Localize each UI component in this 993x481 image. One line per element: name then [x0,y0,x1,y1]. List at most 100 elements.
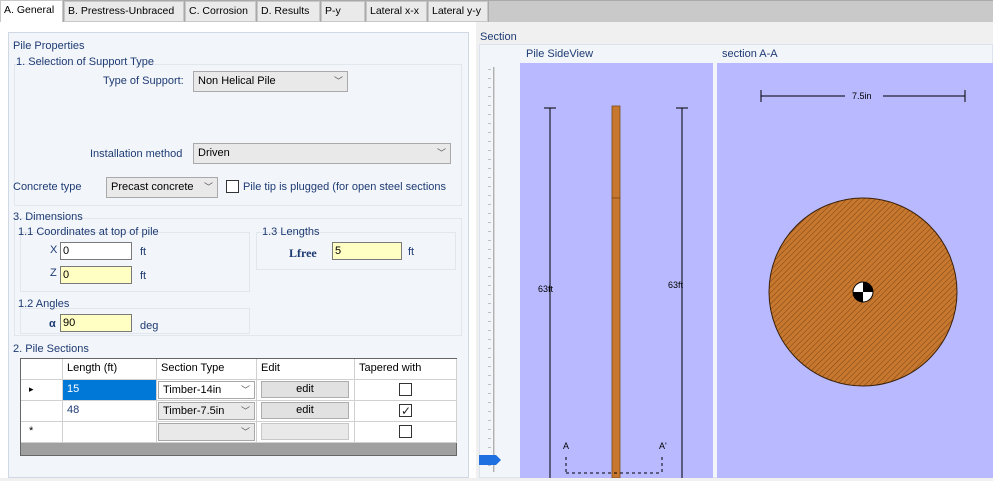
type-of-support-select[interactable]: Non Helical Pile ﹀ [193,71,348,92]
row-selector[interactable]: * [21,422,63,443]
tab-prestress-unbraced[interactable]: B. Prestress-Unbraced [64,1,184,22]
dim-left-label: 63ft [538,284,554,294]
dim-right-label: 63ft [668,280,684,290]
tapered-cell [355,380,457,401]
side-view-drawing [544,105,688,479]
type-of-support-value: Non Helical Pile [198,75,276,87]
lfree-unit: ft [408,246,415,258]
row-selector[interactable] [21,401,63,422]
section-type-select[interactable]: Timber-14in ﹀ [158,381,255,399]
length-cell[interactable] [63,422,157,443]
pile-sections-table: Length (ft) Section Type Edit Tapered wi… [20,358,457,456]
length-cell[interactable]: 15 [63,380,157,401]
alpha-label: α [49,318,56,330]
tab-strip: A. General B. Prestress-Unbraced C. Corr… [0,0,993,22]
edit-button[interactable]: edit [261,402,349,419]
slider-ticks [488,69,500,469]
slider-thumb-icon[interactable] [479,455,501,465]
table-header-row: Length (ft) Section Type Edit Tapered wi… [21,359,457,380]
section-type-select[interactable]: ﹀ [158,423,255,441]
lfree-input[interactable]: 5 [332,242,402,260]
concrete-type-select[interactable]: Precast concrete ﹀ [106,177,218,198]
z-label: Z [50,267,57,279]
lfree-label: Lfree [289,246,317,260]
tab-p-y[interactable]: P-y [321,1,365,22]
section-type-cell[interactable]: Timber-7.5in ﹀ [157,401,257,422]
pile-tip-plugged-label: Pile tip is plugged (for open steel sect… [243,181,447,193]
x-unit: ft [140,246,147,258]
support-type-group-title: 1. Selection of Support Type [16,56,154,68]
column-header-edit[interactable]: Edit [257,359,355,380]
chevron-down-icon: ﹀ [240,406,250,416]
cut-marker-a: A [563,441,570,451]
concrete-type-value: Precast concrete [111,181,194,193]
chevron-down-icon: ﹀ [203,182,213,192]
edit-cell [257,422,355,443]
tab-results[interactable]: D. Results [257,1,320,22]
z-coordinate-input[interactable]: 0 [60,266,132,284]
tab-lateral-x-x[interactable]: Lateral x-x [366,1,427,22]
row-selector[interactable]: ▸ [21,380,63,401]
pile-tip-plugged-checkbox[interactable] [226,180,239,193]
installation-method-select[interactable]: Driven ﹀ [193,143,451,164]
coordinates-title: 1.1 Coordinates at top of pile [18,226,159,238]
pile-upper-section [611,105,621,199]
length-cell[interactable]: 48 [63,401,157,422]
side-view-canvas: 63ft 63ft A A' [520,63,713,479]
x-label: X [50,244,58,256]
edit-cell: edit [257,401,355,422]
pile-sections-title: 2. Pile Sections [13,343,89,355]
diameter-label: 7.5in [852,91,872,101]
pile-lower-section [611,197,621,479]
tapered-checkbox[interactable] [399,425,412,438]
tapered-cell [355,422,457,443]
table-row: ▸ 15 Timber-14in ﹀ edit [21,380,457,401]
column-header-tapered[interactable]: Tapered with [355,359,457,380]
section-aa-canvas: 7.5in [717,63,993,478]
dimensions-title: 3. Dimensions [13,211,83,223]
chevron-down-icon: ﹀ [333,76,343,86]
edit-button[interactable] [261,423,349,440]
chevron-down-icon: ﹀ [240,385,250,395]
tapered-cell [355,401,457,422]
row-header-corner [21,359,63,380]
section-type-value: Timber-14in [163,384,222,396]
coordinates-group [20,232,250,292]
chevron-down-icon: ﹀ [436,148,446,158]
section-aa-drawing [760,90,966,387]
x-coordinate-input[interactable]: 0 [60,242,132,260]
section-aa-title: section A-A [722,48,778,60]
section-type-cell[interactable]: Timber-14in ﹀ [157,380,257,401]
tab-general[interactable]: A. General [0,0,63,22]
section-panel: Section Pile SideView 63ft 63ft A A' sec… [476,22,993,479]
general-panel: Pile Properties 1. Selection of Support … [0,22,476,478]
section-type-cell[interactable]: ﹀ [157,422,257,443]
chevron-down-icon: ﹀ [240,427,250,437]
alpha-input[interactable]: 90 [60,314,132,332]
tapered-checkbox[interactable] [399,402,412,421]
side-view-title: Pile SideView [526,48,594,60]
edit-button[interactable]: edit [261,381,349,398]
installation-method-value: Driven [198,147,230,159]
table-row: * ﹀ [21,422,457,443]
tab-corrosion[interactable]: C. Corrosion [185,1,256,22]
concrete-type-label: Concrete type [13,181,82,193]
lengths-title: 1.3 Lengths [262,226,320,238]
column-header-length[interactable]: Length (ft) [63,359,157,380]
type-of-support-label: Type of Support: [103,75,184,87]
column-header-section-type[interactable]: Section Type [157,359,257,380]
installation-method-label: Installation method [90,148,183,160]
edit-cell: edit [257,380,355,401]
angles-title: 1.2 Angles [18,298,70,310]
section-type-value: Timber-7.5in [163,405,225,417]
tapered-checkbox[interactable] [399,383,412,396]
cut-marker-a-prime: A' [659,441,667,451]
section-type-select[interactable]: Timber-7.5in ﹀ [158,402,255,420]
z-unit: ft [140,270,147,282]
table-row: 48 Timber-7.5in ﹀ edit [21,401,457,422]
tab-lateral-y-y[interactable]: Lateral y-y [428,1,488,22]
section-title: Section [480,31,517,43]
alpha-unit: deg [140,320,159,332]
tab-strip-fill [489,1,993,22]
vertical-slider[interactable] [479,67,504,478]
